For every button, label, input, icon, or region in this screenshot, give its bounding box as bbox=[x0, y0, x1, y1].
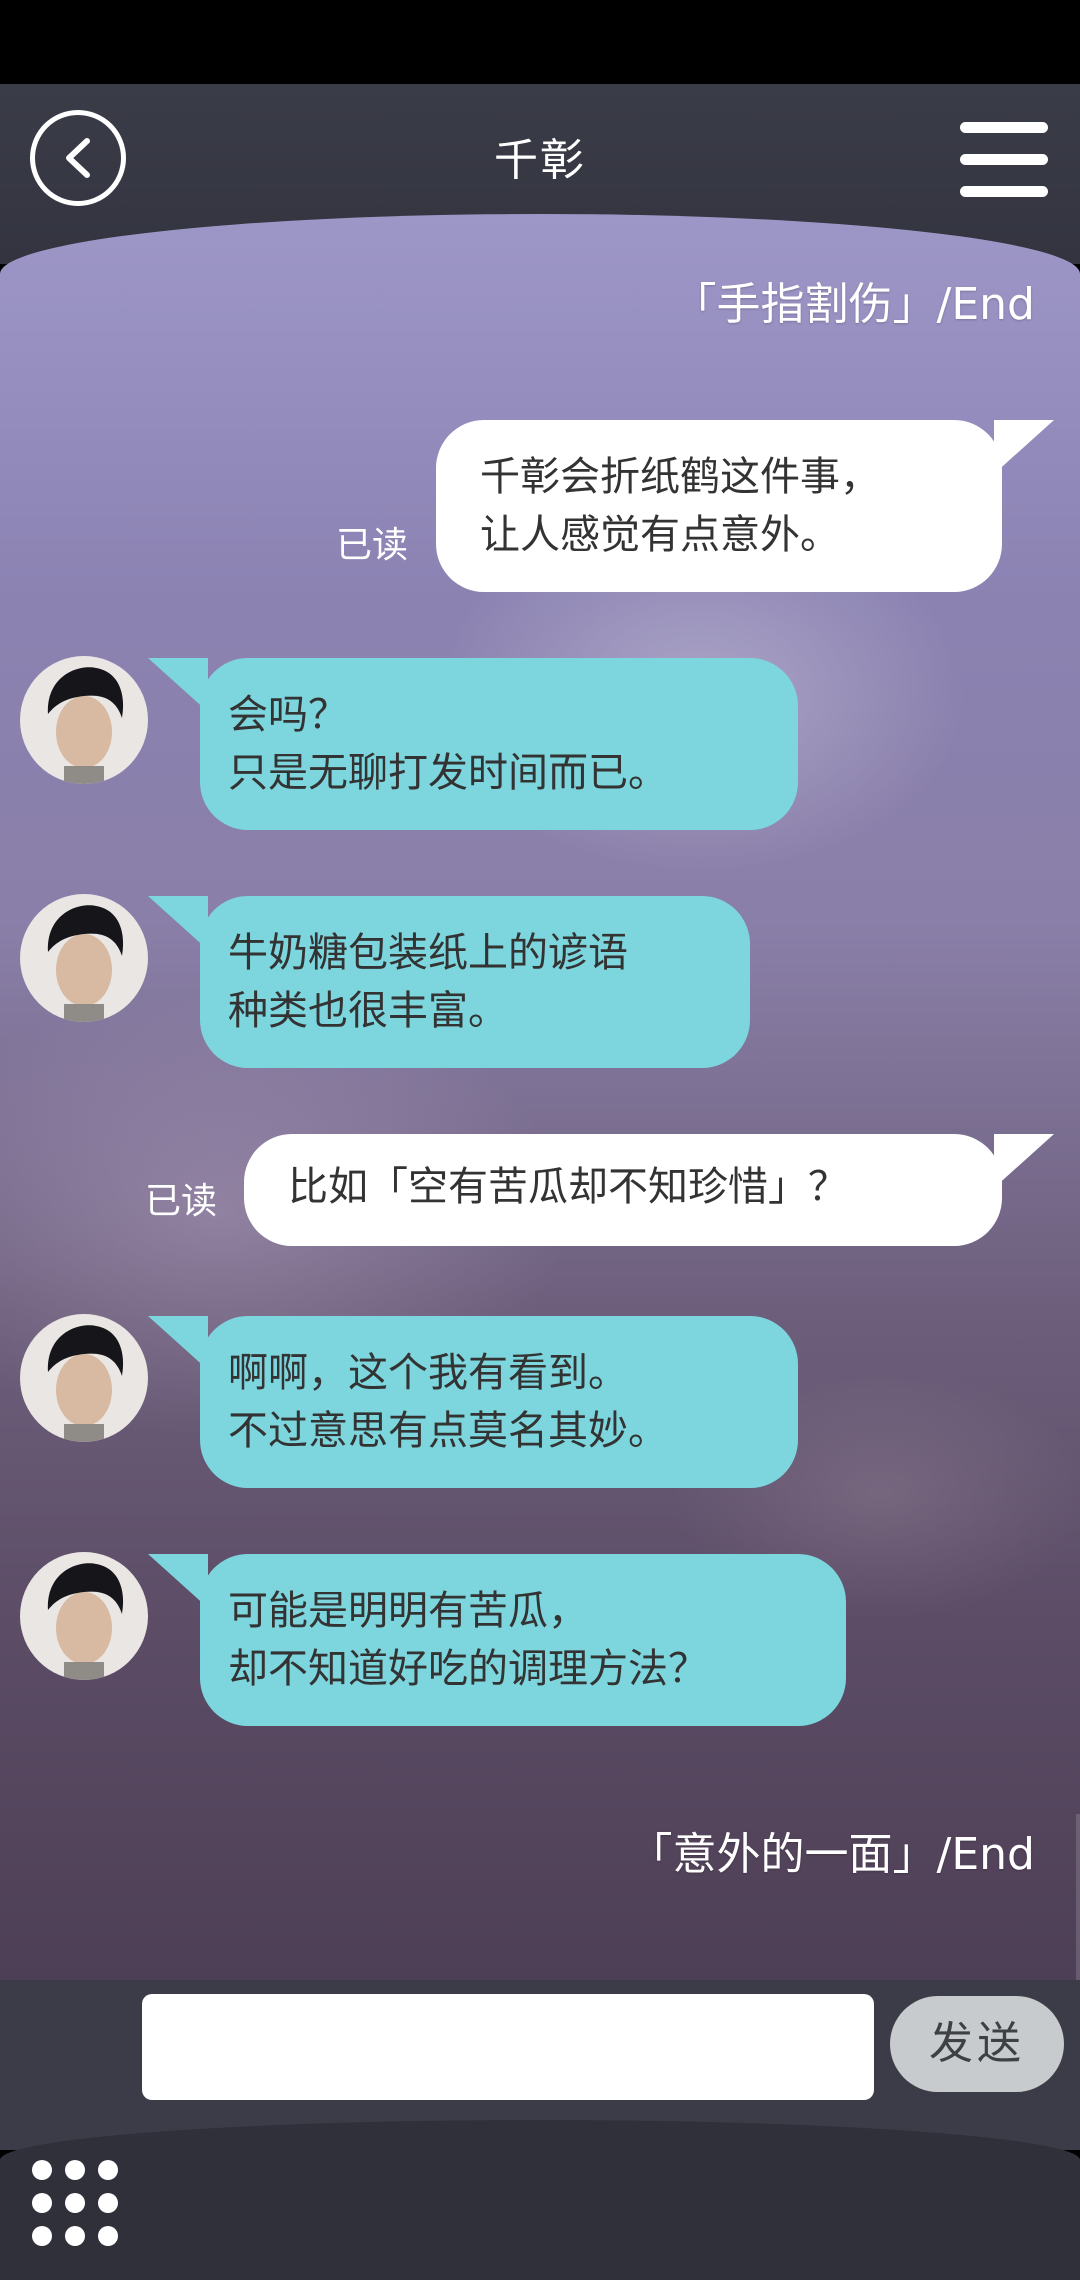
status-bar bbox=[0, 0, 1080, 84]
avatar-portrait-icon bbox=[47, 1563, 124, 1680]
message-line: 却不知道好吃的调理方法？ bbox=[228, 1646, 708, 1692]
message-line: 可能是明明有苦瓜， bbox=[228, 1588, 588, 1634]
chapter-end-label: 「意外的一面」/End bbox=[628, 1829, 1035, 1880]
message-line: 只是无聊打发时间而已。 bbox=[228, 750, 668, 796]
avatar-portrait-icon bbox=[47, 667, 124, 784]
message-input[interactable] bbox=[142, 1994, 874, 2100]
message-bubble-outgoing: 千彰会折纸鹤这件事， 让人感觉有点意外。 bbox=[436, 420, 1054, 592]
message-line: 让人感觉有点意外。 bbox=[480, 512, 840, 558]
avatar-portrait-icon bbox=[47, 1325, 124, 1442]
message-line: 比如「空有苦瓜却不知珍惜」？ bbox=[288, 1164, 848, 1210]
send-button[interactable]: 发送 bbox=[890, 1996, 1064, 2092]
contact-avatar[interactable] bbox=[20, 1314, 148, 1442]
message-line: 千彰会折纸鹤这件事， bbox=[480, 454, 880, 500]
hamburger-menu-icon bbox=[960, 122, 1048, 133]
read-receipt: 已读 bbox=[145, 1181, 218, 1222]
message-line: 种类也很丰富。 bbox=[228, 988, 508, 1034]
contact-avatar[interactable] bbox=[20, 656, 148, 784]
message-bubble-incoming: 会吗？ 只是无聊打发时间而已。 bbox=[148, 658, 798, 830]
message-bubble-incoming: 可能是明明有苦瓜， 却不知道好吃的调理方法？ bbox=[148, 1554, 846, 1726]
avatar-portrait-icon bbox=[47, 905, 124, 1022]
menu-button[interactable] bbox=[960, 122, 1048, 198]
message-line: 会吗？ bbox=[228, 692, 348, 738]
page-title: 千彰 bbox=[494, 135, 586, 186]
contact-avatar[interactable] bbox=[20, 1552, 148, 1680]
message-line: 牛奶糖包装纸上的谚语 bbox=[228, 930, 628, 976]
message-line: 不过意思有点莫名其妙。 bbox=[228, 1408, 668, 1454]
message-bubble-incoming: 牛奶糖包装纸上的谚语 种类也很丰富。 bbox=[148, 896, 750, 1068]
bottom-bar bbox=[0, 2120, 1080, 2280]
message-bubble-incoming: 啊啊，这个我有看到。 不过意思有点莫名其妙。 bbox=[148, 1316, 798, 1488]
chat-area[interactable]: 「手指割伤」/End 已读 千彰会折纸鹤这件事， 让人感觉有点意外。 会吗？ 只… bbox=[0, 214, 1080, 1980]
message-line: 啊啊，这个我有看到。 bbox=[228, 1350, 628, 1396]
message-bubble-outgoing: 比如「空有苦瓜却不知珍惜」？ bbox=[244, 1134, 1054, 1246]
grid-menu-button[interactable] bbox=[32, 2160, 122, 2250]
read-receipt: 已读 bbox=[336, 525, 409, 566]
contact-avatar[interactable] bbox=[20, 894, 148, 1022]
chapter-end-label: 「手指割伤」/End bbox=[672, 279, 1035, 330]
